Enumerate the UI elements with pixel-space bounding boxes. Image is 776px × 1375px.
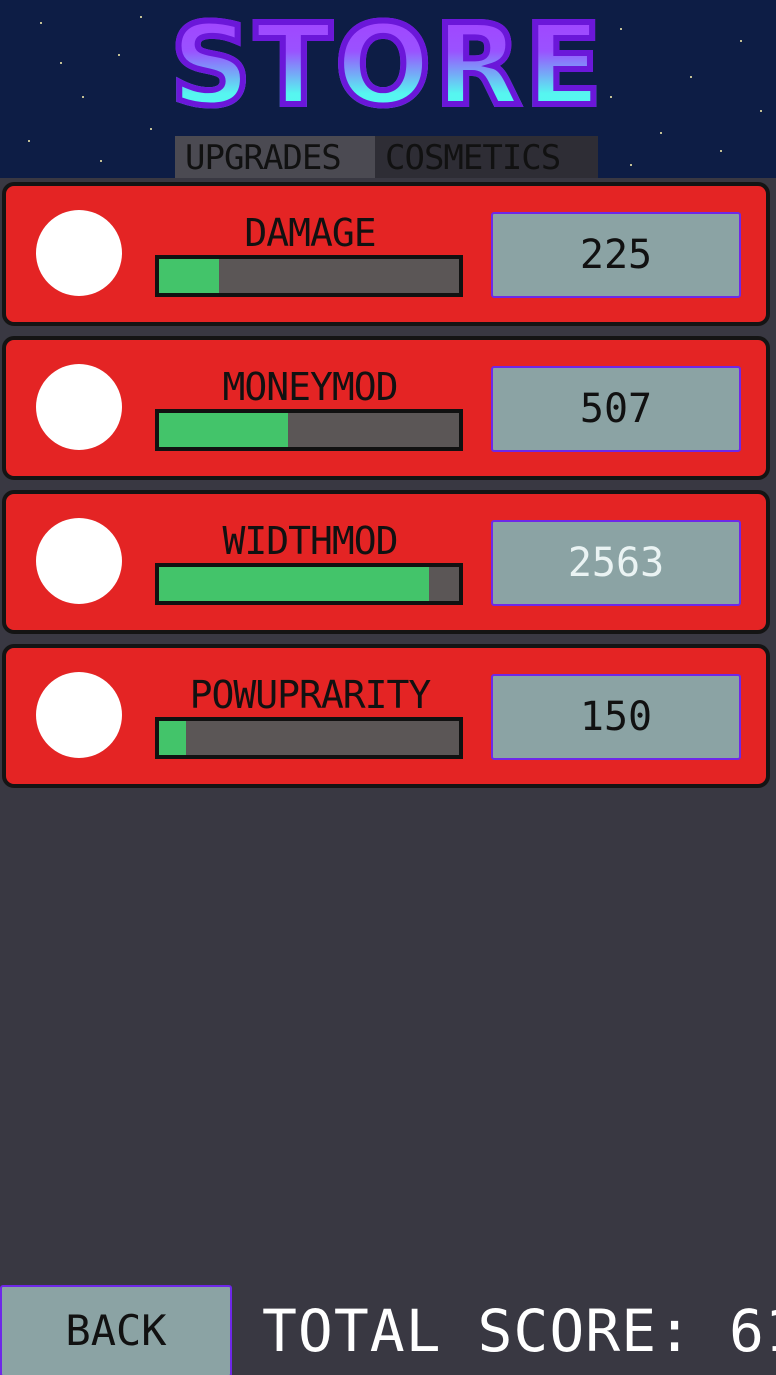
store-tabs: UPGRADES COSMETICS [175,136,598,178]
header: STORE UPGRADES COSMETICS [0,0,776,178]
upgrade-icon [36,364,122,450]
upgrade-progress-bar [155,409,463,451]
upgrade-list: DAMAGE 225 MONEYMOD 507 WIDTHMOD 2563 PO… [2,182,770,798]
upgrade-progress-fill [159,721,186,755]
upgrade-card-moneymod: MONEYMOD 507 [2,336,770,480]
upgrade-icon [36,518,122,604]
upgrade-progress-fill [159,567,429,601]
upgrade-progress-bar [155,255,463,297]
back-button[interactable]: BACK [0,1285,232,1375]
upgrade-progress-bar [155,717,463,759]
buy-button[interactable]: 507 [491,366,741,452]
tab-cosmetics[interactable]: COSMETICS [375,136,598,178]
upgrade-progress-fill [159,259,219,293]
upgrade-name: DAMAGE [244,211,376,255]
upgrade-icon [36,210,122,296]
upgrade-icon [36,672,122,758]
upgrade-name: POWUPRARITY [189,673,432,717]
total-score: TOTAL SCORE: 61 [262,1297,776,1365]
upgrade-name: MONEYMOD [222,365,398,409]
upgrade-card-damage: DAMAGE 225 [2,182,770,326]
upgrade-card-widthmod: WIDTHMOD 2563 [2,490,770,634]
upgrade-progress-bar [155,563,463,605]
upgrade-name: WIDTHMOD [222,519,398,563]
tab-upgrades[interactable]: UPGRADES [175,136,375,178]
buy-button[interactable]: 150 [491,674,741,760]
upgrade-progress-fill [159,413,288,447]
store-title: STORE [0,1,776,131]
upgrade-card-powuprarity: POWUPRARITY 150 [2,644,770,788]
buy-button[interactable]: 2563 [491,520,741,606]
buy-button[interactable]: 225 [491,212,741,298]
store-screen: STORE UPGRADES COSMETICS DAMAGE 225 MONE… [0,0,776,1375]
